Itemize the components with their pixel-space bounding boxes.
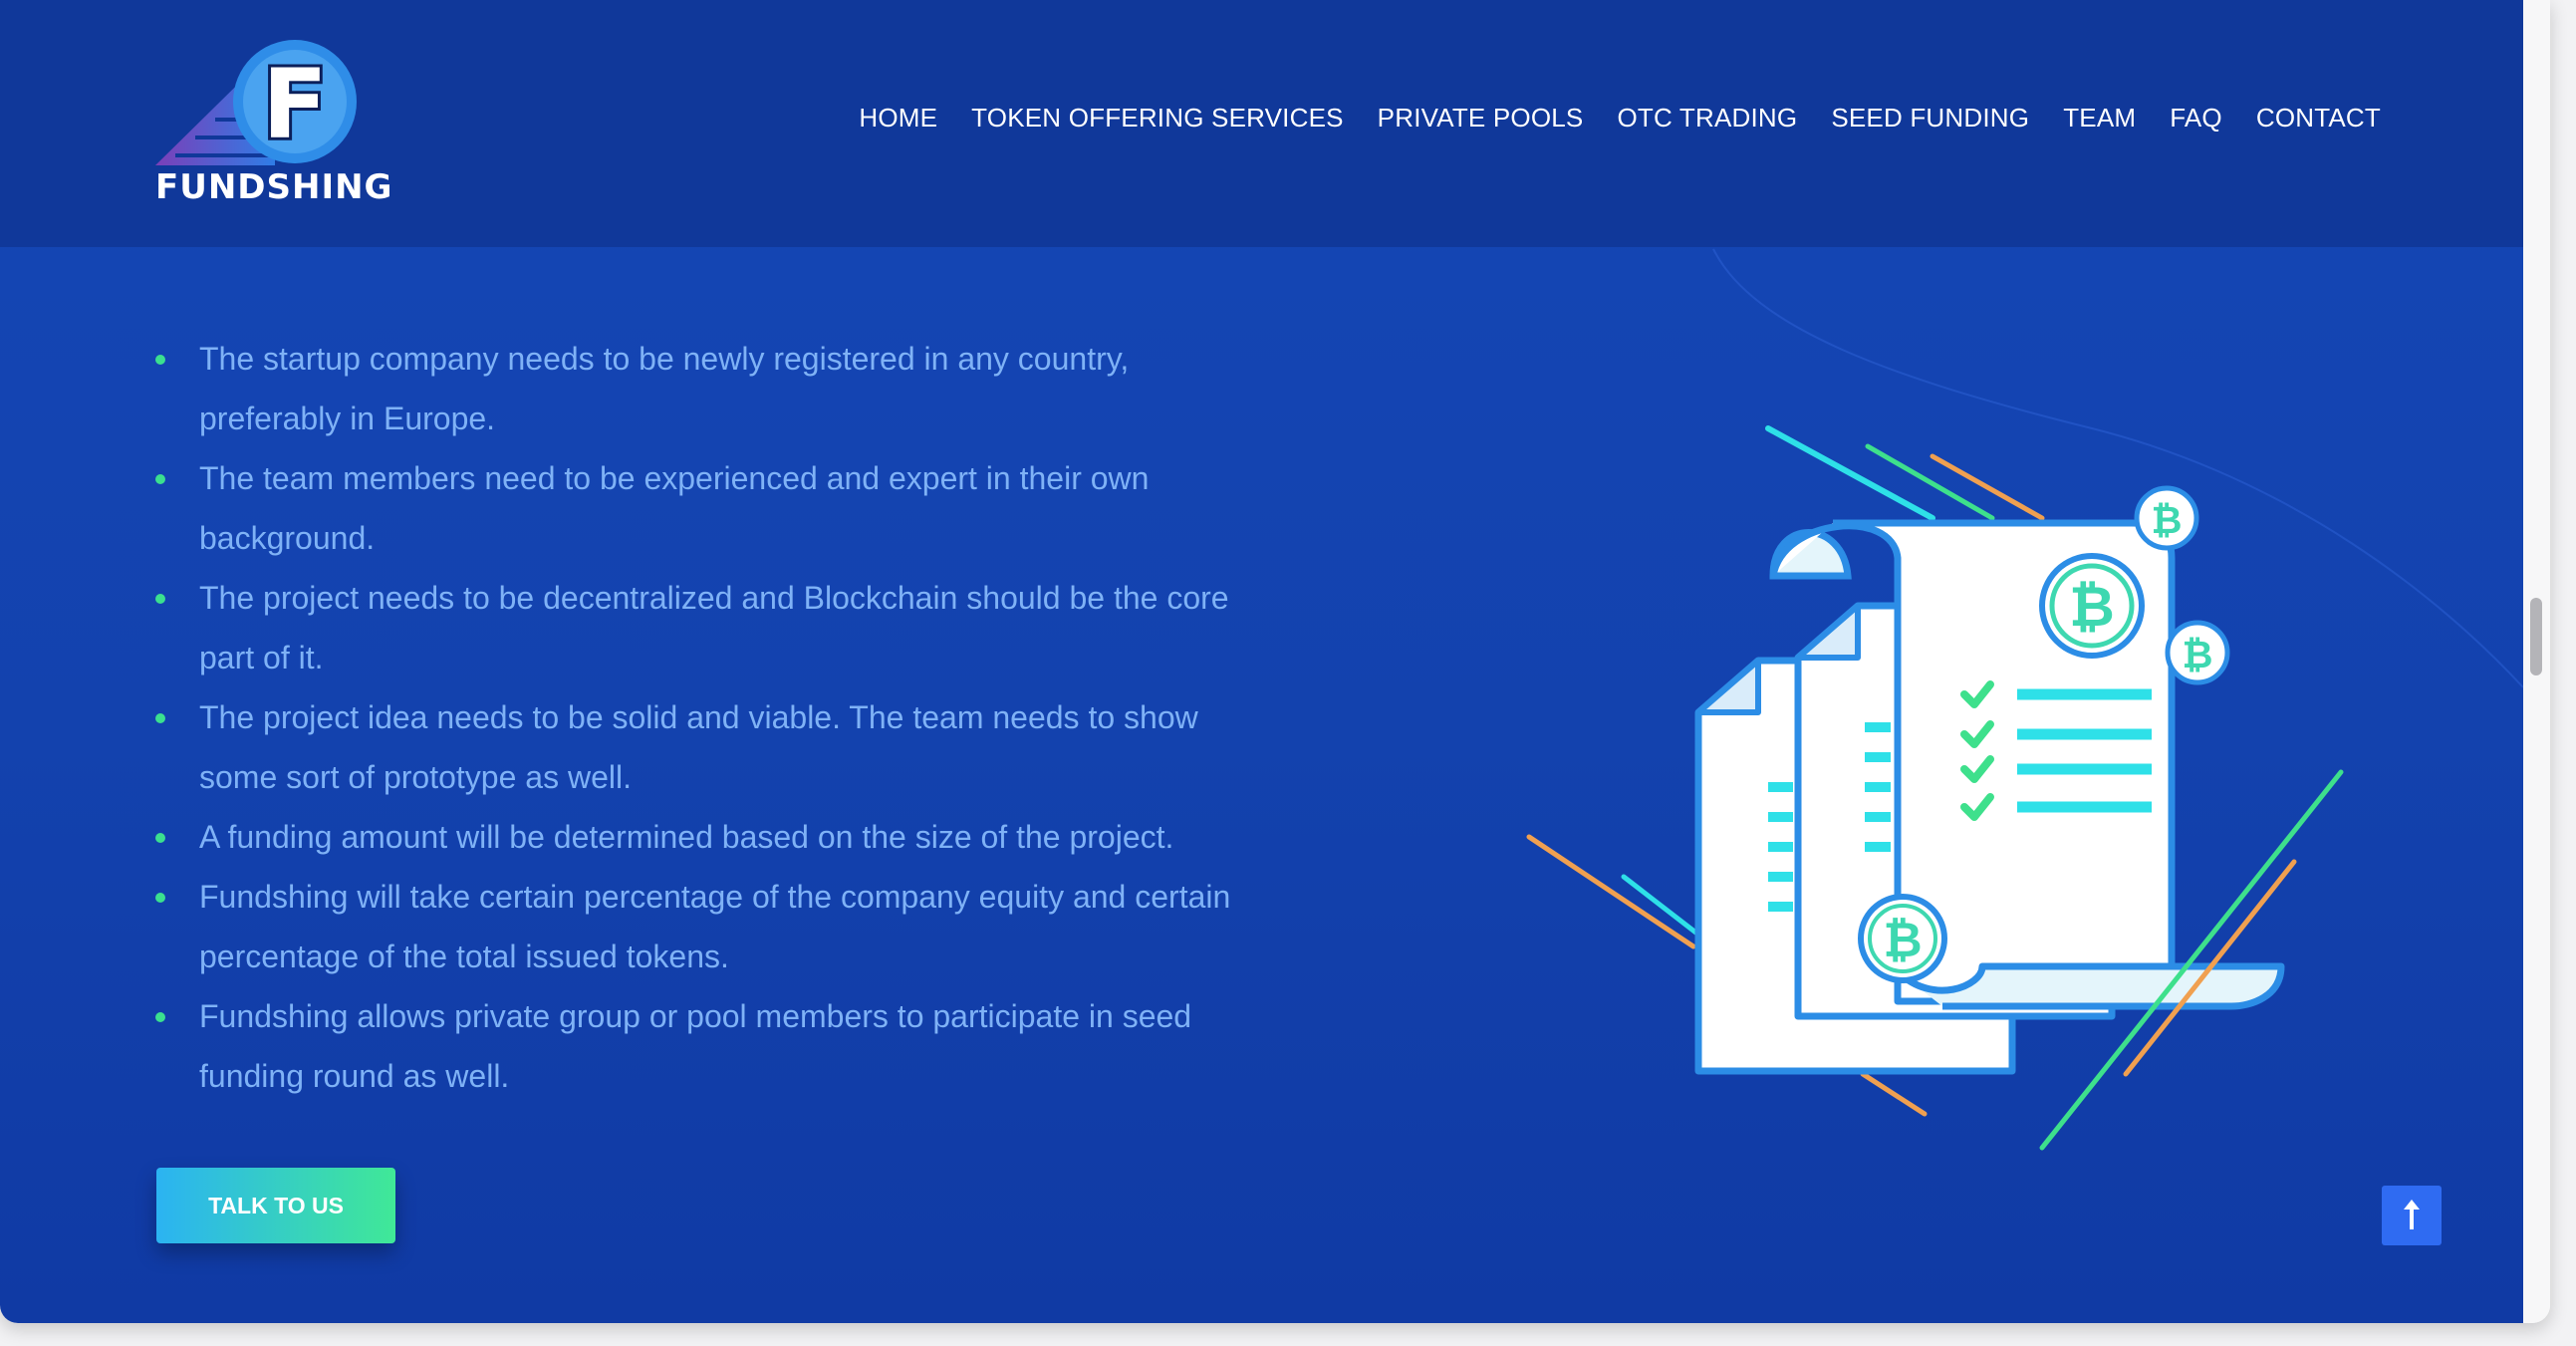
svg-text:₿: ₿ — [2069, 575, 2115, 640]
list-item: The team members need to be experienced … — [155, 448, 1251, 568]
bullet-dot-icon — [155, 833, 165, 843]
main-nav: HOME TOKEN OFFERING SERVICES PRIVATE POO… — [859, 103, 2381, 134]
list-item-text: Fundshing allows private group or pool m… — [199, 998, 1192, 1094]
list-item: Fundshing will take certain percentage o… — [155, 867, 1251, 986]
arrow-up-icon — [2404, 1200, 2420, 1229]
bullet-dot-icon — [155, 474, 165, 484]
list-item-text: A funding amount will be determined base… — [199, 819, 1174, 855]
nav-token-offering-services[interactable]: TOKEN OFFERING SERVICES — [971, 103, 1344, 134]
nav-otc-trading[interactable]: OTC TRADING — [1617, 103, 1797, 134]
nav-team[interactable]: TEAM — [2063, 103, 2136, 134]
page: F FUNDSHING HOME TOKEN OFFERING SERVICES… — [0, 0, 2523, 1323]
bullet-dot-icon — [155, 1012, 165, 1022]
list-item: The project idea needs to be solid and v… — [155, 687, 1251, 807]
talk-to-us-button[interactable]: TALK TO US — [156, 1168, 395, 1243]
brand-logo[interactable]: F FUNDSHING — [155, 38, 393, 207]
bullet-dot-icon — [155, 893, 165, 903]
requirements-list: The startup company needs to be newly re… — [155, 329, 1251, 1106]
list-item-text: The project idea needs to be solid and v… — [199, 699, 1198, 795]
scrollbar-thumb[interactable] — [2530, 598, 2542, 675]
brand-name: FUNDSHING — [155, 167, 393, 207]
list-item: Fundshing allows private group or pool m… — [155, 986, 1251, 1106]
site-header: F FUNDSHING HOME TOKEN OFFERING SERVICES… — [0, 0, 2523, 247]
svg-text:F: F — [262, 49, 328, 160]
nav-seed-funding[interactable]: SEED FUNDING — [1831, 103, 2029, 134]
nav-home[interactable]: HOME — [859, 103, 937, 134]
svg-text:₿: ₿ — [2183, 633, 2213, 676]
list-item: A funding amount will be determined base… — [155, 807, 1251, 867]
nav-contact[interactable]: CONTACT — [2256, 103, 2381, 134]
bullet-dot-icon — [155, 713, 165, 723]
list-item: The project needs to be decentralized an… — [155, 568, 1251, 687]
bullet-dot-icon — [155, 594, 165, 604]
nav-faq[interactable]: FAQ — [2170, 103, 2222, 134]
svg-text:₿: ₿ — [1883, 913, 1922, 968]
list-item: The startup company needs to be newly re… — [155, 329, 1251, 448]
list-item-text: The project needs to be decentralized an… — [199, 580, 1229, 675]
list-item-text: Fundshing will take certain percentage o… — [199, 879, 1231, 974]
bullet-dot-icon — [155, 355, 165, 365]
back-to-top-button[interactable] — [2382, 1186, 2442, 1245]
list-item-text: The team members need to be experienced … — [199, 460, 1150, 556]
list-item-text: The startup company needs to be newly re… — [199, 341, 1130, 436]
svg-text:₿: ₿ — [2152, 498, 2183, 542]
bitcoin-documents-illustration-icon: ₿ ₿ ₿ ₿ — [1526, 425, 2344, 1151]
fundshing-logo-icon: F — [155, 40, 357, 165]
browser-window: F FUNDSHING HOME TOKEN OFFERING SERVICES… — [0, 0, 2550, 1323]
nav-private-pools[interactable]: PRIVATE POOLS — [1378, 103, 1584, 134]
